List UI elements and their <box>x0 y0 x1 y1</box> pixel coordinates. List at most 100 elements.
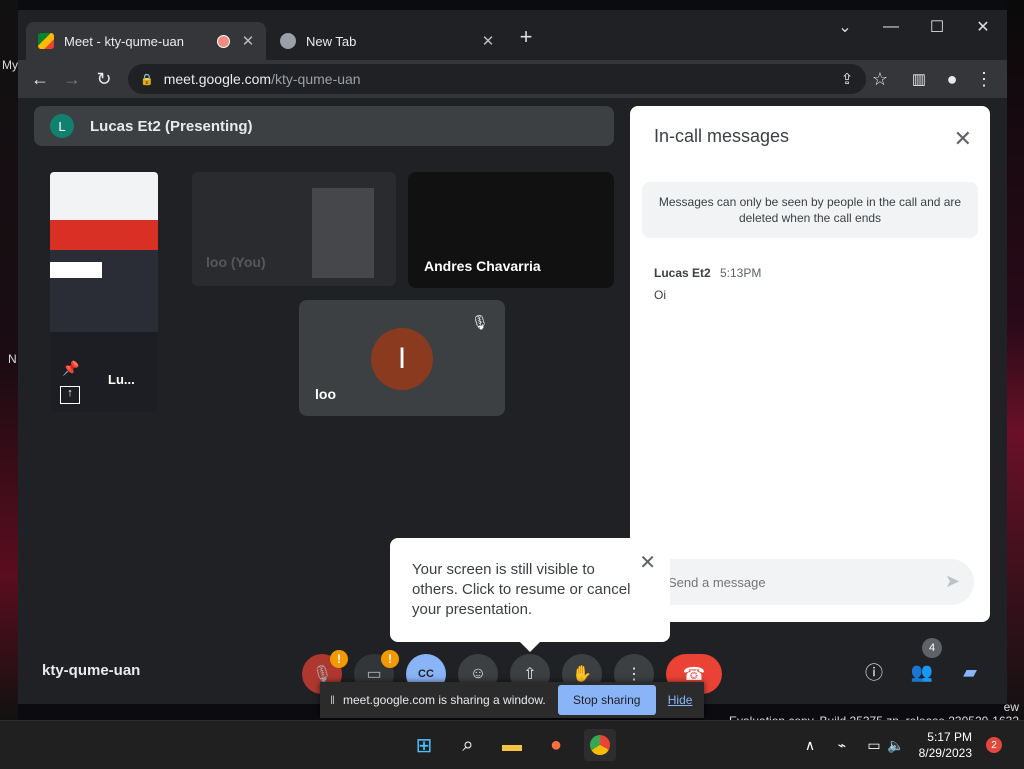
participant-tile-andres[interactable]: Andres Chavarria <box>408 172 614 288</box>
people-button[interactable]: 👥 <box>908 658 936 686</box>
volume-icon[interactable]: 🔈 <box>880 729 912 761</box>
hand-icon: ✋ <box>572 666 592 683</box>
participant-name: loo <box>315 386 336 402</box>
tab-title: New Tab <box>306 33 357 49</box>
camera-off-icon: ▭ <box>366 666 382 683</box>
desktop-label-my: My <box>2 58 18 72</box>
self-tile: loo (You) <box>192 172 396 286</box>
hide-sharing-link[interactable]: Hide <box>668 693 693 707</box>
presenting-banner: L Lucas Et2 (Presenting) <box>34 106 614 146</box>
present-screen-icon: ⇧ <box>523 666 537 683</box>
emoji-icon: ☺ <box>469 665 487 682</box>
participant-name: Andres Chavarria <box>424 258 541 274</box>
chat-title: In-call messages <box>654 126 790 146</box>
clock-date: 8/29/2023 <box>918 746 972 760</box>
more-vert-icon: ⋮ <box>626 666 642 683</box>
presentation-tile[interactable]: 📌 Lu... ↑ <box>50 172 158 412</box>
notification-badge[interactable]: 2 <box>986 737 1002 753</box>
taskbar-clock[interactable]: 5:17 PM 8/29/2023 <box>919 729 972 761</box>
chat-icon: ▰ <box>963 661 977 682</box>
new-tab-button[interactable]: + <box>514 24 538 50</box>
share-page-icon[interactable]: ⇪ <box>834 66 860 92</box>
browser-window: Meet - kty-qume-uan ✕ New Tab ✕ + ⌄ — ☐ … <box>18 10 1007 718</box>
taskbar: ⊞ ⌕ ▬ ● ∧ ⌁ ▭ 🔈 5:17 PM 8/29/2023 2 <box>0 720 1024 769</box>
sharing-text: meet.google.com is sharing a window. <box>342 693 546 707</box>
mic-warning-badge: ! <box>330 650 348 668</box>
file-explorer-icon[interactable]: ▬ <box>496 729 528 761</box>
bookmark-star-icon[interactable]: ☆ <box>867 66 893 92</box>
message-time: 5:13PM <box>720 266 762 280</box>
pin-icon[interactable]: 📌 <box>62 360 79 377</box>
tab-meet[interactable]: Meet - kty-qume-uan ✕ <box>26 22 266 60</box>
people-icon: 👥 <box>910 661 934 682</box>
chat-panel: In-call messages ✕ Messages can only be … <box>630 106 990 622</box>
close-tab-icon[interactable]: ✕ <box>240 32 256 50</box>
chrome-icon[interactable] <box>584 729 616 761</box>
address-path: /kty-qume-uan <box>271 71 361 87</box>
message-sender: Lucas Et2 <box>654 266 711 280</box>
mic-off-icon: 🎙 <box>311 666 333 683</box>
firefox-icon[interactable]: ● <box>540 729 572 761</box>
message-input[interactable] <box>666 573 930 591</box>
shared-screen-top <box>50 172 158 220</box>
self-tile-name: loo (You) <box>206 254 266 270</box>
reload-icon[interactable]: ↻ <box>91 66 117 92</box>
close-window-button[interactable]: ✕ <box>960 12 1006 42</box>
message-text: Oi <box>654 288 666 302</box>
send-icon[interactable]: ➤ <box>945 571 960 592</box>
address-bar[interactable]: 🔒 meet.google.com/kty-qume-uan <box>128 64 866 94</box>
close-tab-icon[interactable]: ✕ <box>480 32 496 50</box>
participant-tile-loo[interactable]: I 🎙 loo <box>299 300 505 416</box>
chat-button[interactable]: ▰ <box>956 658 984 686</box>
clock-time: 5:17 PM <box>927 730 972 744</box>
camera-warning-badge: ! <box>381 650 399 668</box>
info-icon: ⓘ <box>865 663 883 683</box>
minimize-button[interactable]: — <box>868 12 914 42</box>
desktop-wallpaper-right <box>1006 0 1024 720</box>
people-count-badge: 4 <box>922 638 942 658</box>
drag-handle-icon[interactable]: ‖ <box>330 693 335 707</box>
avatar: I <box>371 328 433 390</box>
tab-title: Meet - kty-qume-uan <box>64 33 184 49</box>
address-host: meet.google.com <box>163 71 272 87</box>
search-icon[interactable]: ⌕ <box>452 729 484 761</box>
tooltip-text: Your screen is still visible to others. … <box>412 561 631 618</box>
captions-icon: CC <box>418 668 434 680</box>
tab-new-tab[interactable]: New Tab ✕ <box>268 22 506 60</box>
meeting-code: kty-qume-uan <box>42 662 141 679</box>
browser-menu-icon[interactable]: ⋮ <box>971 66 997 92</box>
side-panel-icon[interactable]: ▥ <box>906 66 932 92</box>
show-hidden-icons-icon[interactable]: ∧ <box>794 729 826 761</box>
tooltip-arrow <box>520 642 540 652</box>
chat-input-box: ➤ <box>644 559 974 605</box>
meet-stage: L Lucas Et2 (Presenting) 📌 Lu... ↑ loo (… <box>18 98 1007 718</box>
close-tooltip-icon[interactable]: ✕ <box>639 550 656 575</box>
chrome-logo <box>590 735 610 755</box>
presentation-tooltip: Your screen is still visible to others. … <box>390 538 670 652</box>
tab-search-chevron-icon[interactable]: ⌄ <box>822 12 868 42</box>
close-chat-icon[interactable]: ✕ <box>954 126 972 152</box>
self-tile-preview <box>312 188 374 278</box>
mic-off-icon: 🎙 <box>471 314 489 330</box>
network-icon[interactable]: ⌁ <box>826 729 858 761</box>
watermark-line-1: ew <box>1003 700 1019 714</box>
profile-icon[interactable]: ● <box>939 66 965 92</box>
lock-icon[interactable]: 🔒 <box>140 73 154 86</box>
presenting-label: Lucas Et2 (Presenting) <box>90 117 253 135</box>
shared-screen-dropdown <box>50 262 102 278</box>
meet-favicon-icon <box>38 33 54 49</box>
forward-arrow-icon[interactable]: → <box>59 66 85 92</box>
sharing-indicator-bar: ‖ meet.google.com is sharing a window. S… <box>320 682 704 718</box>
chrome-favicon-icon <box>280 33 296 49</box>
present-icon[interactable]: ↑ <box>60 386 80 404</box>
avatar: L <box>50 114 74 138</box>
back-arrow-icon[interactable]: ← <box>27 66 53 92</box>
stop-sharing-button[interactable]: Stop sharing <box>557 685 656 715</box>
presenter-label: Lu... <box>108 372 135 387</box>
shared-screen-banner <box>50 220 158 250</box>
tab-strip: Meet - kty-qume-uan ✕ New Tab ✕ + ⌄ — ☐ … <box>18 10 1007 60</box>
meeting-details-button[interactable]: ⓘ <box>860 658 888 686</box>
maximize-button[interactable]: ☐ <box>914 12 960 42</box>
start-menu-icon[interactable]: ⊞ <box>408 729 440 761</box>
desktop-label-n: N <box>8 352 17 366</box>
